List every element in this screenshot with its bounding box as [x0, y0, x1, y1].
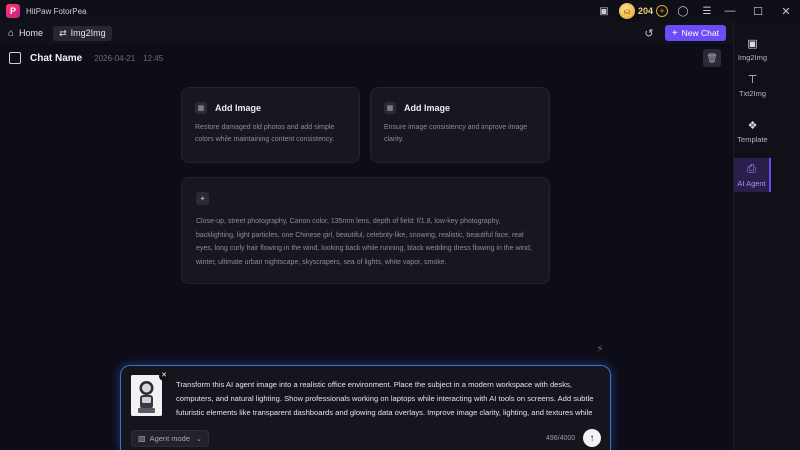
chat-header: Chat Name 2026-04-21 12:45 🗑	[0, 44, 733, 72]
ai-agent-icon: ⎙	[747, 162, 756, 175]
nav-bar: ⌂ Home ⇄ Img2Img ↺ + New Chat	[0, 22, 733, 44]
new-chat-label: New Chat	[681, 28, 719, 38]
tab-img2img[interactable]: ⇄ Img2Img	[53, 25, 112, 41]
agent-mode-dropdown[interactable]: ▨ Agent mode ⌄	[131, 430, 209, 447]
tab-label: Img2Img	[70, 28, 106, 38]
coin-icon: ⛀	[618, 3, 635, 19]
sidebar-item-template[interactable]: ❖ Template	[734, 118, 771, 145]
image-mode-icon: ▨	[138, 434, 146, 443]
sidebar-item-label: Txt2Img	[738, 89, 767, 98]
feedback-icon[interactable]: ▣	[595, 2, 613, 20]
send-button[interactable]: ↑	[583, 429, 601, 447]
chevron-down-icon: ⌄	[196, 435, 202, 443]
char-count: 496/4000	[546, 435, 576, 442]
sidebar-item-label: Img2Img	[737, 53, 768, 62]
remove-image-icon[interactable]: ✕	[159, 371, 169, 381]
title-bar-controls: ▣ ⛀ 204 + ◯ ☰ — ☐ ✕	[595, 0, 800, 22]
card-description: Ensure image consistency and improve ima…	[384, 124, 528, 143]
trash-icon: 🗑	[706, 52, 718, 63]
title-bar: P HitPaw FotorPea ▣ ⛀ 204 + ◯ ☰ — ☐ ✕	[0, 0, 800, 22]
prompt-suggestion-card[interactable]: ✦ Close-up, street photography, Canon co…	[181, 177, 550, 284]
prompt-textarea[interactable]: Transform this AI agent image into a rea…	[176, 378, 602, 420]
prompt-input-box[interactable]: ✕ Transform this AI agent image into a r…	[120, 365, 611, 450]
account-icon[interactable]: ◯	[674, 2, 692, 20]
suggestion-card-restore[interactable]: ▦ Add Image Restore damaged old photos a…	[181, 87, 360, 163]
sidebar-item-txt2img[interactable]: ⊤ Txt2Img	[734, 72, 771, 99]
close-window-button[interactable]: ✕	[772, 0, 800, 22]
card-title: Add Image	[404, 103, 451, 113]
suggestion-card-clarity[interactable]: ▦ Add Image Ensure image consistency and…	[370, 87, 550, 163]
app-logo: P	[6, 4, 20, 18]
card-description: Restore damaged old photos and add simpl…	[195, 124, 335, 143]
chat-name[interactable]: Chat Name	[30, 53, 82, 64]
card-title: Add Image	[215, 103, 262, 113]
magic-sparkle-icon[interactable]: ⚡	[592, 341, 608, 357]
delete-chat-button[interactable]: 🗑	[703, 49, 721, 67]
image-icon: ▣	[747, 37, 758, 50]
sparkle-icon: ✦	[196, 192, 209, 205]
sidebar-item-label: AI Agent	[737, 179, 766, 188]
maximize-button[interactable]: ☐	[744, 0, 772, 22]
swap-icon: ⇄	[59, 27, 67, 38]
chat-time: 12:45	[143, 53, 164, 63]
sidebar-item-label: Template	[737, 135, 768, 144]
image-add-icon: ▦	[195, 102, 207, 114]
history-icon[interactable]: ↺	[641, 25, 657, 41]
card-header: ▦ Add Image	[195, 102, 261, 114]
right-sidebar: ▣ Img2Img ⊤ Txt2Img ❖ Template ⎙ AI Agen…	[733, 22, 800, 450]
credits-widget[interactable]: ⛀ 204 +	[618, 2, 668, 20]
home-icon: ⌂	[8, 27, 15, 39]
prompt-suggestion-text: Close-up, street photography, Canon colo…	[196, 218, 532, 266]
image-add-icon: ▦	[384, 102, 396, 114]
menu-icon[interactable]: ☰	[698, 2, 716, 20]
home-label: Home	[19, 28, 44, 38]
minimize-button[interactable]: —	[716, 0, 744, 22]
sidebar-item-ai-agent[interactable]: ⎙ AI Agent	[734, 158, 771, 192]
card-header: ▦ Add Image	[384, 102, 450, 114]
app-title: HitPaw FotorPea	[26, 6, 87, 16]
chat-icon	[9, 52, 21, 64]
template-icon: ❖	[747, 119, 758, 132]
credit-count: 204	[637, 6, 653, 16]
plus-icon: +	[671, 27, 678, 39]
sidebar-item-img2img[interactable]: ▣ Img2Img	[734, 36, 771, 63]
add-credits-icon[interactable]: +	[656, 5, 668, 17]
arrow-up-icon: ↑	[589, 432, 595, 444]
text-image-icon: ⊤	[747, 73, 758, 86]
home-link[interactable]: ⌂ Home	[8, 28, 43, 39]
chat-date: 2026-04-21	[94, 53, 136, 63]
agent-mode-label: Agent mode	[149, 434, 191, 443]
attached-image-thumbnail[interactable]	[131, 375, 162, 416]
new-chat-button[interactable]: + New Chat	[664, 25, 726, 41]
